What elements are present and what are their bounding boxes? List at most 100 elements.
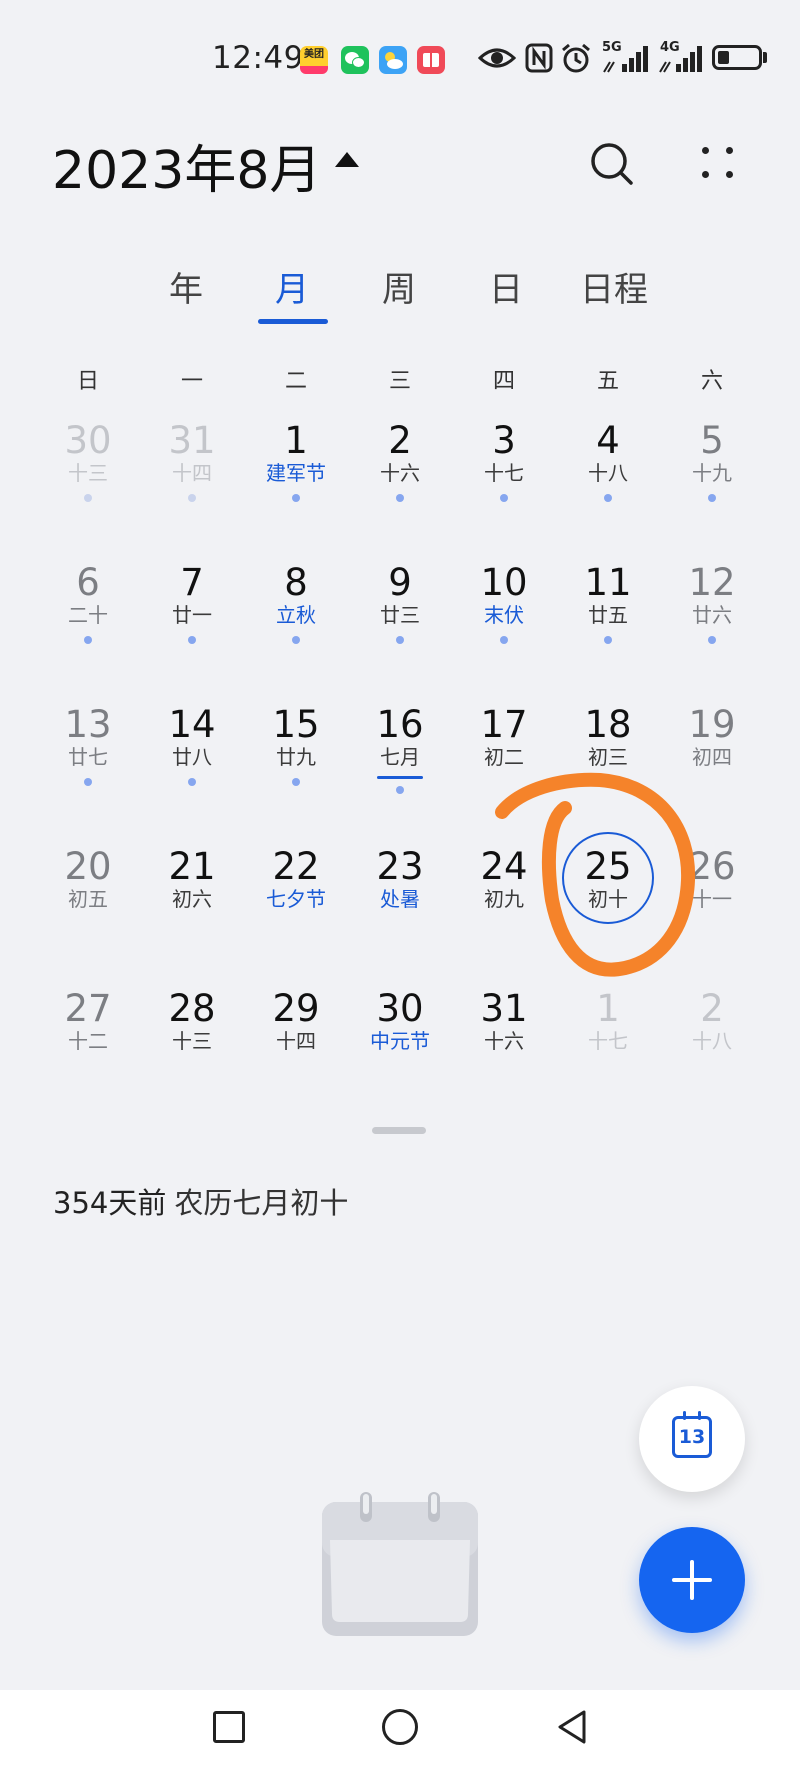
day-cell[interactable]: 30 十三 bbox=[36, 420, 140, 550]
festival-label: 处暑 bbox=[380, 887, 420, 911]
day-cell[interactable]: 16 七月 bbox=[348, 704, 452, 834]
today-ring bbox=[562, 832, 654, 924]
weather-icon bbox=[379, 46, 407, 74]
day-cell[interactable]: 14 廿八 bbox=[140, 704, 244, 834]
weekday-label: 日 bbox=[76, 369, 100, 394]
lunar-day-label: 初三 bbox=[588, 745, 628, 769]
day-cell[interactable]: 24 初九 bbox=[452, 846, 556, 976]
lunar-day-label: 廿七 bbox=[68, 745, 108, 769]
status-time: 12:49 bbox=[212, 40, 304, 76]
tab-schedule[interactable]: 日程 bbox=[580, 262, 648, 311]
day-number: 23 bbox=[376, 845, 424, 888]
event-dot bbox=[292, 494, 300, 502]
today-icon-day: 13 bbox=[678, 1426, 706, 1448]
tab-year[interactable]: 年 bbox=[169, 262, 203, 311]
add-event-button[interactable] bbox=[639, 1527, 745, 1633]
day-number: 13 bbox=[64, 703, 112, 746]
day-cell[interactable]: 22 七夕节 bbox=[244, 846, 348, 976]
lunar-day-label: 十二 bbox=[68, 1029, 108, 1053]
lunar-day-label: 七月 bbox=[380, 745, 420, 769]
lunar-month-start-underline bbox=[377, 776, 423, 779]
day-number: 21 bbox=[168, 845, 216, 888]
lunar-day-label: 廿五 bbox=[588, 603, 628, 627]
battery-icon bbox=[712, 45, 762, 70]
day-number: 8 bbox=[284, 561, 308, 604]
event-dot bbox=[500, 636, 508, 644]
home-button[interactable] bbox=[382, 1709, 418, 1745]
day-cell[interactable]: 12 廿六 bbox=[660, 562, 764, 692]
event-dot bbox=[84, 636, 92, 644]
day-number: 2 bbox=[388, 419, 412, 462]
tab-day[interactable]: 日 bbox=[489, 262, 523, 311]
day-number: 2 bbox=[700, 987, 724, 1030]
back-button[interactable] bbox=[552, 1707, 592, 1747]
day-number: 19 bbox=[688, 703, 736, 746]
weekday-label: 二 bbox=[284, 369, 308, 394]
day-cell[interactable]: 1 建军节 bbox=[244, 420, 348, 550]
day-cell[interactable]: 31 十四 bbox=[140, 420, 244, 550]
day-cell[interactable]: 31 十六 bbox=[452, 988, 556, 1118]
drag-handle[interactable] bbox=[372, 1127, 426, 1134]
day-cell[interactable]: 2 十八 bbox=[660, 988, 764, 1118]
day-cell[interactable]: 2 十六 bbox=[348, 420, 452, 550]
day-cell[interactable]: 28 十三 bbox=[140, 988, 244, 1118]
day-cell-today[interactable]: 25 初十 bbox=[556, 832, 660, 976]
day-cell[interactable]: 8 立秋 bbox=[244, 562, 348, 692]
lunar-day-label: 十四 bbox=[172, 461, 212, 485]
active-tab-indicator bbox=[258, 319, 328, 324]
month-title[interactable]: 2023年8月 bbox=[52, 128, 321, 203]
day-number: 10 bbox=[480, 561, 528, 604]
day-cell[interactable]: 18 初三 bbox=[556, 704, 660, 834]
day-number: 12 bbox=[688, 561, 736, 604]
day-cell[interactable]: 20 初五 bbox=[36, 846, 140, 976]
day-number: 18 bbox=[584, 703, 632, 746]
day-cell[interactable]: 4 十八 bbox=[556, 420, 660, 550]
day-number: 31 bbox=[168, 419, 216, 462]
recent-apps-button[interactable] bbox=[213, 1711, 245, 1743]
day-cell[interactable]: 21 初六 bbox=[140, 846, 244, 976]
day-cell[interactable]: 7 廿一 bbox=[140, 562, 244, 692]
alarm-icon bbox=[562, 43, 590, 73]
day-cell[interactable]: 29 十四 bbox=[244, 988, 348, 1118]
day-number: 20 bbox=[64, 845, 112, 888]
day-cell[interactable]: 17 初二 bbox=[452, 704, 556, 834]
event-dot bbox=[604, 636, 612, 644]
lunar-day-label: 廿九 bbox=[276, 745, 316, 769]
day-cell[interactable]: 19 初四 bbox=[660, 704, 764, 834]
go-to-today-button[interactable]: 13 bbox=[639, 1386, 745, 1492]
event-dot bbox=[188, 778, 196, 786]
lunar-day-label: 初二 bbox=[484, 745, 524, 769]
day-cell[interactable]: 26 十一 bbox=[660, 846, 764, 976]
lunar-day-label: 十三 bbox=[68, 461, 108, 485]
day-number: 9 bbox=[388, 561, 412, 604]
lunar-day-label: 初五 bbox=[68, 887, 108, 911]
day-cell[interactable]: 3 十七 bbox=[452, 420, 556, 550]
day-cell[interactable]: 1 十七 bbox=[556, 988, 660, 1118]
day-cell[interactable]: 6 二十 bbox=[36, 562, 140, 692]
lunar-day-label: 十七 bbox=[484, 461, 524, 485]
weekday-label: 一 bbox=[180, 369, 204, 394]
day-cell[interactable]: 30 中元节 bbox=[348, 988, 452, 1118]
lunar-day-label: 十六 bbox=[380, 461, 420, 485]
lunar-day-label: 十七 bbox=[588, 1029, 628, 1053]
day-cell[interactable]: 9 廿三 bbox=[348, 562, 452, 692]
search-button[interactable] bbox=[584, 136, 640, 192]
lunar-day-label: 十六 bbox=[484, 1029, 524, 1053]
day-cell[interactable]: 5 十九 bbox=[660, 420, 764, 550]
tab-week[interactable]: 周 bbox=[382, 262, 416, 311]
day-cell[interactable]: 27 十二 bbox=[36, 988, 140, 1118]
day-cell[interactable]: 15 廿九 bbox=[244, 704, 348, 834]
caret-up-icon[interactable] bbox=[335, 152, 359, 167]
day-cell[interactable]: 11 廿五 bbox=[556, 562, 660, 692]
event-dot bbox=[396, 636, 404, 644]
lunar-day-label: 十四 bbox=[276, 1029, 316, 1053]
day-cell[interactable]: 23 处暑 bbox=[348, 846, 452, 976]
day-cell[interactable]: 10 末伏 bbox=[452, 562, 556, 692]
weekday-label: 四 bbox=[492, 369, 516, 394]
day-cell[interactable]: 13 廿七 bbox=[36, 704, 140, 834]
meituan-label: 美团 bbox=[304, 49, 324, 60]
reader-icon bbox=[417, 46, 445, 74]
festival-label: 立秋 bbox=[276, 603, 316, 627]
more-options-button[interactable] bbox=[690, 136, 746, 192]
tab-month[interactable]: 月 bbox=[275, 262, 309, 311]
